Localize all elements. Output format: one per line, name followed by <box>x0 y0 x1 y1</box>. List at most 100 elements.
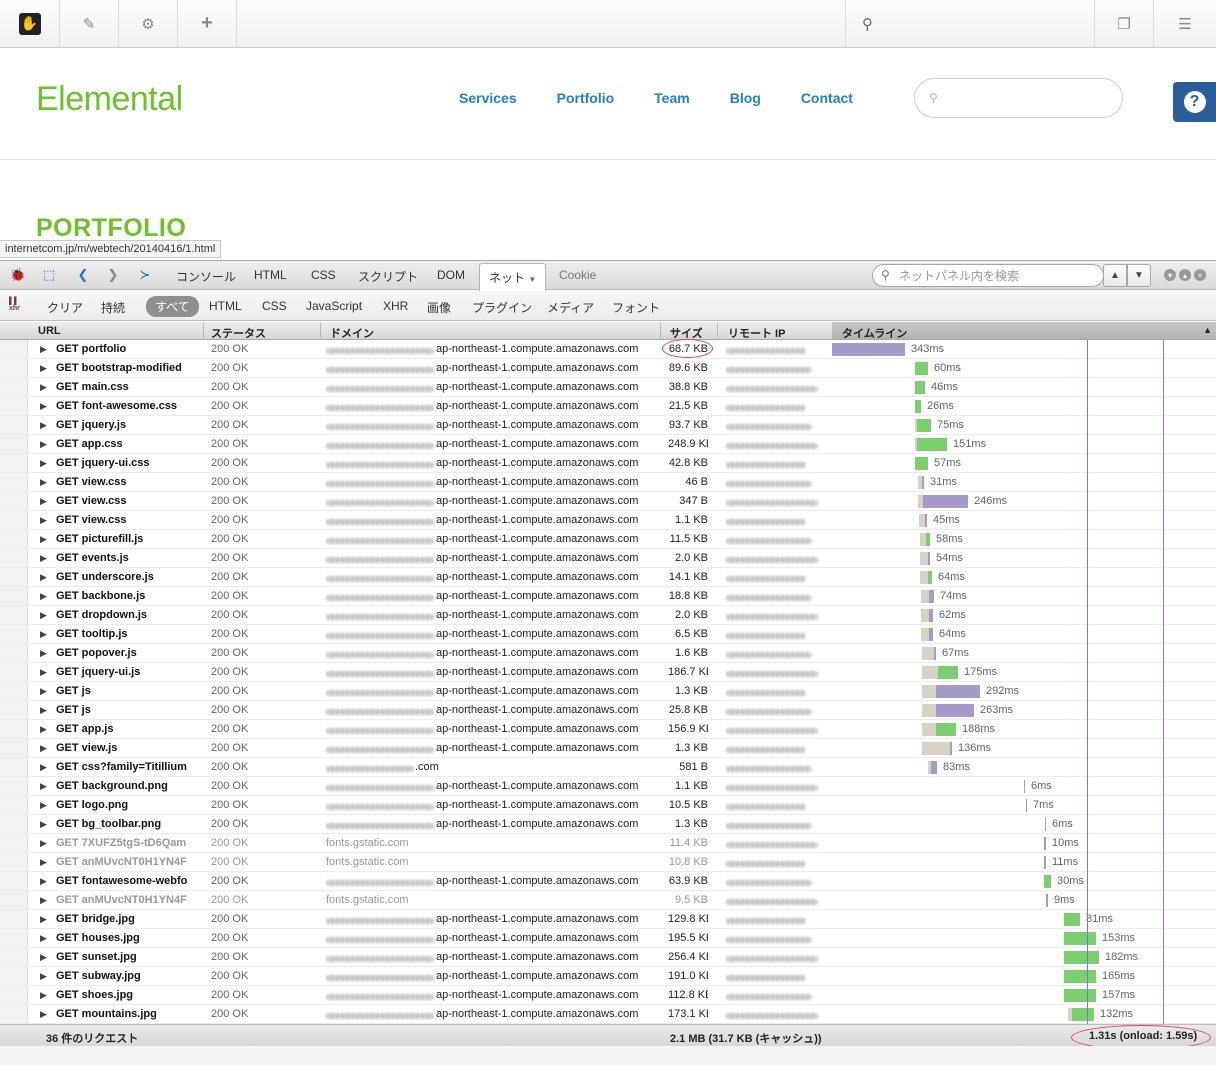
table-row[interactable]: ▶ GET view.css 200 OK ap-northeast-1.comput… <box>0 511 1216 530</box>
expand-triangle-icon[interactable]: ▶ <box>40 781 47 792</box>
table-row[interactable]: ▶ GET jquery.js 200 OK ap-northeast-1.compu… <box>0 416 1216 435</box>
filter-media[interactable]: メディア <box>547 299 594 316</box>
table-row[interactable]: ▶ GET main.css 200 OK ap-northeast-1.comput… <box>0 378 1216 397</box>
table-row[interactable]: ▶ GET css?family=Titillium 200 OK .com 581 B… <box>0 758 1216 777</box>
table-row[interactable]: ▶ GET sunset.jpg 200 OK ap-northeast-1.comp… <box>0 948 1216 967</box>
expand-triangle-icon[interactable]: ▶ <box>40 686 47 697</box>
tab-css[interactable]: CSS <box>311 268 336 282</box>
col-url[interactable]: URL <box>38 325 61 337</box>
expand-triangle-icon[interactable]: ▶ <box>40 553 47 564</box>
expand-triangle-icon[interactable]: ▶ <box>40 724 47 735</box>
expand-triangle-icon[interactable]: ▶ <box>40 990 47 1001</box>
table-row[interactable]: ▶ GET shoes.jpg 200 OK ap-northeast-1.compu… <box>0 986 1216 1005</box>
col-domain[interactable]: ドメイン <box>330 325 374 341</box>
xhr-breakpoint-icon[interactable]: ▌▌ xhr <box>9 298 23 314</box>
table-row[interactable]: ▶ GET app.js 200 OK ap-northeast-1.compute.… <box>0 720 1216 739</box>
table-row[interactable]: ▶ GET mountains.jpg 200 OK ap-northeast-1.c… <box>0 1005 1216 1024</box>
clear-button[interactable]: クリア <box>47 299 83 316</box>
nav-blog[interactable]: Blog <box>730 90 761 106</box>
expand-triangle-icon[interactable]: ▶ <box>40 876 47 887</box>
expand-triangle-icon[interactable]: ▶ <box>40 477 47 488</box>
console-icon[interactable]: ≻ <box>135 267 155 283</box>
tab-cookie[interactable]: Cookie <box>559 268 596 282</box>
table-row[interactable]: ▶ GET popover.js 200 OK ap-northeast-1.comp… <box>0 644 1216 663</box>
expand-triangle-icon[interactable]: ▶ <box>40 401 47 412</box>
col-remote-ip[interactable]: リモート IP <box>728 325 785 341</box>
expand-triangle-icon[interactable]: ▶ <box>40 382 47 393</box>
tab-html[interactable]: HTML <box>254 268 287 282</box>
expand-triangle-icon[interactable]: ▶ <box>40 515 47 526</box>
search-next-button[interactable]: ▼ <box>1127 264 1151 287</box>
expand-triangle-icon[interactable]: ▶ <box>40 705 47 716</box>
expand-triangle-icon[interactable]: ▶ <box>40 591 47 602</box>
expand-triangle-icon[interactable]: ▶ <box>40 971 47 982</box>
filter-css[interactable]: CSS <box>262 299 287 313</box>
table-row[interactable]: ▶ GET subway.jpg 200 OK ap-northeast-1.comp… <box>0 967 1216 986</box>
add-content-button[interactable]: + <box>178 0 237 47</box>
firebug-bug-icon[interactable]: 🐞 <box>9 267 27 283</box>
table-row[interactable]: ▶ GET anMUvcNT0H1YN4F 200 OK fonts.gstatic.… <box>0 891 1216 910</box>
tab-console[interactable]: コンソール <box>176 268 236 285</box>
col-timeline[interactable]: タイムライン ▲ <box>832 322 1216 340</box>
table-row[interactable]: ▶ GET dropdown.js 200 OK ap-northeast-1.com… <box>0 606 1216 625</box>
table-row[interactable]: ▶ GET font-awesome.css 200 OK ap-northeast-… <box>0 397 1216 416</box>
detach-icon[interactable]: ▴ <box>1179 269 1191 281</box>
table-row[interactable]: ▶ GET view.js 200 OK ap-northeast-1.compute… <box>0 739 1216 758</box>
minimize-icon[interactable]: ▾ <box>1164 269 1176 281</box>
expand-triangle-icon[interactable]: ▶ <box>40 743 47 754</box>
site-logo[interactable]: Elemental <box>36 80 183 119</box>
filter-javascript[interactable]: JavaScript <box>306 299 362 313</box>
forward-icon[interactable]: ❯ <box>106 267 120 283</box>
filter-html[interactable]: HTML <box>209 299 242 313</box>
col-status[interactable]: ステータス <box>211 325 266 341</box>
expand-triangle-icon[interactable]: ▶ <box>40 952 47 963</box>
expand-triangle-icon[interactable]: ▶ <box>40 914 47 925</box>
table-row[interactable]: ▶ GET jquery-ui.js 200 OK ap-northeast-1.co… <box>0 663 1216 682</box>
table-row[interactable]: ▶ GET logo.png 200 OK ap-northeast-1.comput… <box>0 796 1216 815</box>
help-button[interactable]: ? <box>1173 82 1216 122</box>
nav-services[interactable]: Services <box>459 90 517 106</box>
edit-page-button[interactable]: ✎ <box>60 0 119 47</box>
back-icon[interactable]: ❮ <box>76 267 90 283</box>
tab-net[interactable]: ネット ▼ <box>479 263 547 291</box>
nav-contact[interactable]: Contact <box>801 90 853 106</box>
table-row[interactable]: ▶ GET background.png 200 OK ap-northeast-1.… <box>0 777 1216 796</box>
table-row[interactable]: ▶ GET anMUvcNT0H1YN4F 200 OK fonts.gstatic.… <box>0 853 1216 872</box>
cms-search-button[interactable]: ⚲ <box>845 0 1095 47</box>
table-row[interactable]: ▶ GET js 200 OK ap-northeast-1.compute.amaz… <box>0 682 1216 701</box>
expand-triangle-icon[interactable]: ▶ <box>40 819 47 830</box>
dashboard-button[interactable]: ☰ <box>1154 0 1216 47</box>
expand-triangle-icon[interactable]: ▶ <box>40 420 47 431</box>
expand-triangle-icon[interactable]: ▶ <box>40 344 47 355</box>
page-settings-button[interactable]: ⚙ <box>119 0 178 47</box>
expand-triangle-icon[interactable]: ▶ <box>40 648 47 659</box>
expand-triangle-icon[interactable]: ▶ <box>40 895 47 906</box>
table-row[interactable]: ▶ GET jquery-ui.css 200 OK ap-northeast-1.c… <box>0 454 1216 473</box>
table-row[interactable]: ▶ GET app.css 200 OK ap-northeast-1.compute… <box>0 435 1216 454</box>
site-search-input[interactable]: ⚲ <box>914 78 1123 118</box>
table-row[interactable]: ▶ GET tooltip.js 200 OK ap-northeast-1.comp… <box>0 625 1216 644</box>
table-row[interactable]: ▶ GET 7XUFZ5tgS-tD6Qam 200 OK fonts.gstatic… <box>0 834 1216 853</box>
close-icon[interactable]: × <box>1194 269 1206 281</box>
filter-all[interactable]: すべて <box>146 296 199 317</box>
filter-xhr[interactable]: XHR <box>383 299 408 313</box>
table-row[interactable]: ▶ GET houses.jpg 200 OK ap-northeast-1.comp… <box>0 929 1216 948</box>
table-row[interactable]: ▶ GET bridge.jpg 200 OK ap-northeast-1.comp… <box>0 910 1216 929</box>
inspect-icon[interactable]: ⬚ <box>40 267 58 283</box>
expand-triangle-icon[interactable]: ▶ <box>40 629 47 640</box>
table-row[interactable]: ▶ GET underscore.js 200 OK ap-northeast-1.c… <box>0 568 1216 587</box>
table-row[interactable]: ▶ GET bg_toolbar.png 200 OK ap-northeast-1.… <box>0 815 1216 834</box>
nav-portfolio[interactable]: Portfolio <box>557 90 615 106</box>
table-row[interactable]: ▶ GET picturefill.js 200 OK ap-northeast-1.… <box>0 530 1216 549</box>
table-row[interactable]: ▶ GET bootstrap-modified 200 OK ap-northeas… <box>0 359 1216 378</box>
expand-triangle-icon[interactable]: ▶ <box>40 363 47 374</box>
net-search-input[interactable]: ⚲ ネットパネル内を検索 <box>872 264 1104 287</box>
expand-triangle-icon[interactable]: ▶ <box>40 496 47 507</box>
nav-team[interactable]: Team <box>654 90 690 106</box>
expand-triangle-icon[interactable]: ▶ <box>40 857 47 868</box>
table-row[interactable]: ▶ GET fontawesome-webfo 200 OK ap-northeast… <box>0 872 1216 891</box>
expand-triangle-icon[interactable]: ▶ <box>40 667 47 678</box>
expand-triangle-icon[interactable]: ▶ <box>40 800 47 811</box>
expand-triangle-icon[interactable]: ▶ <box>40 1009 47 1020</box>
expand-triangle-icon[interactable]: ▶ <box>40 458 47 469</box>
